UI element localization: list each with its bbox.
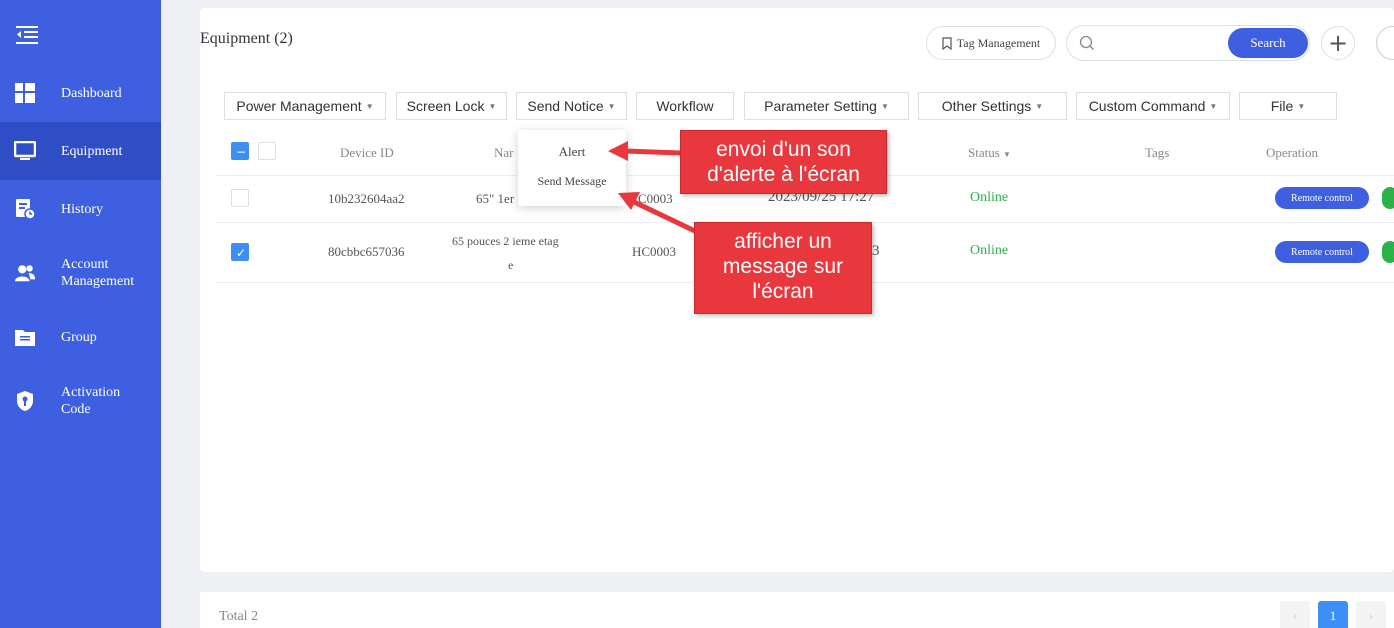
total-count: Total 2 — [219, 609, 259, 624]
chevron-left-icon: ‹ — [1292, 608, 1298, 623]
arrow-to-alert — [608, 141, 682, 161]
arrow-to-send-message — [618, 192, 699, 235]
chevron-right-icon: › — [1368, 608, 1374, 623]
annotation-arrows — [608, 141, 699, 235]
next-page-button[interactable]: › — [1356, 601, 1386, 628]
prev-page-button[interactable]: ‹ — [1280, 601, 1310, 628]
alert-annotation: envoi d'un son d'alerte à l'écran — [680, 130, 887, 194]
message-annotation: afficher un message sur l'écran — [694, 222, 872, 314]
page-button-active[interactable]: 1 — [1318, 601, 1348, 628]
